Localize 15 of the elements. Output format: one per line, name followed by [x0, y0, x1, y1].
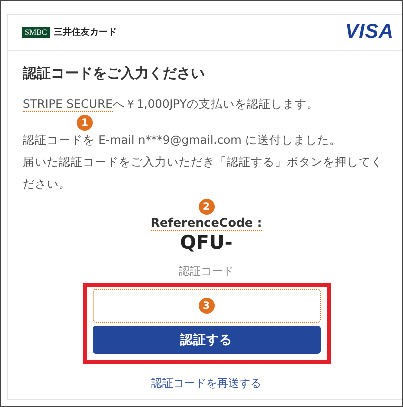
card-network-logo: VISA [345, 21, 394, 44]
submit-button[interactable]: 認証する [92, 326, 320, 354]
reference-code: QFU- [180, 232, 233, 254]
annotation-badge: 1 [77, 115, 93, 131]
reference-label: ReferenceCode : [150, 216, 262, 231]
brand-name: 三井住友カード [54, 26, 118, 39]
payment-text: STRIPE SECUREへ￥1,000JPYの支払いを認証します。 [23, 96, 320, 114]
message-text: 届いた認証コードをご入力いただき「認証する」ボタンを押してください。 [23, 154, 384, 193]
resend-link[interactable]: 認証コードを再送する [152, 376, 262, 391]
field-label: 認証コード [179, 264, 234, 279]
annotation-badge: 3 [198, 298, 214, 314]
page-title: 認証コードをご入力ください [23, 65, 206, 83]
logo-mark: SMBC [22, 27, 50, 38]
annotation-badge: 2 [198, 199, 214, 215]
message-text: 認証コードを E-mail n***9@gmail.com に送付しました。 [23, 132, 343, 149]
